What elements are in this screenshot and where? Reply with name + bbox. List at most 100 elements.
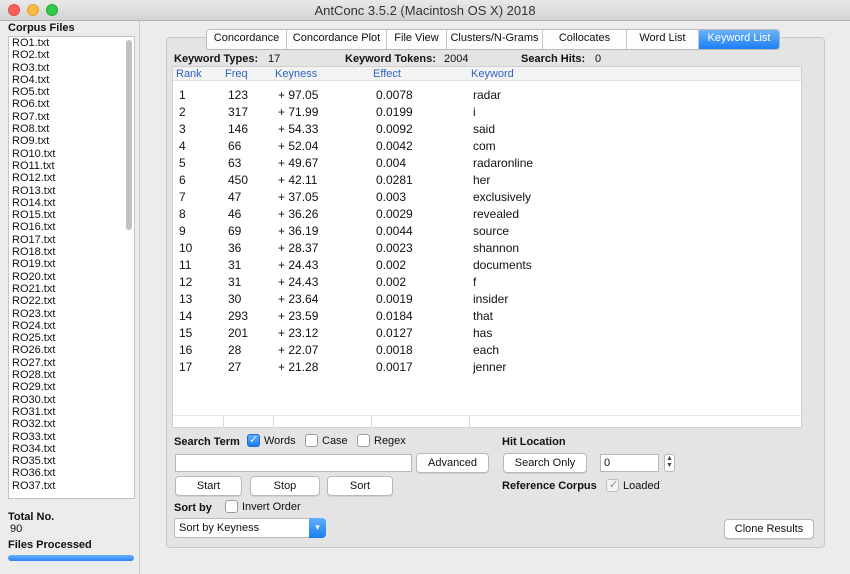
tab-clusters-n-grams[interactable]: Clusters/N-Grams	[447, 30, 543, 49]
header-keyness[interactable]: Keyness	[275, 68, 317, 80]
cell-effect: 0.0184	[376, 309, 413, 323]
keyword-table[interactable]: Rank Freq Keyness Effect Keyword 1 123 + 9…	[172, 66, 802, 428]
corpus-file-item[interactable]: RO28.txt	[9, 369, 134, 381]
corpus-file-item[interactable]: RO29.txt	[9, 381, 134, 393]
cell-keyword: has	[473, 326, 493, 340]
table-row[interactable]: 3 146 + 54.33 0.0092 said	[173, 121, 801, 138]
tab-keyword-list[interactable]: Keyword List	[699, 30, 779, 49]
corpus-file-item[interactable]: RO16.txt	[9, 221, 134, 233]
corpus-file-item[interactable]: RO24.txt	[9, 320, 134, 332]
table-row[interactable]: 4 66 + 52.04 0.0042 com	[173, 138, 801, 155]
chevron-down-icon[interactable]: ▾	[309, 518, 326, 538]
tab-concordance-plot[interactable]: Concordance Plot	[287, 30, 387, 49]
file-list-scroll-thumb[interactable]	[126, 40, 132, 230]
cell-rank: 2	[179, 105, 186, 119]
clone-results-button[interactable]: Clone Results	[724, 519, 814, 539]
cell-freq: 69	[228, 224, 242, 238]
table-row[interactable]: 9 69 + 36.19 0.0044 source	[173, 223, 801, 240]
corpus-file-item[interactable]: RO17.txt	[9, 234, 134, 246]
header-freq[interactable]: Freq	[225, 68, 248, 80]
cell-freq: 317	[228, 105, 249, 119]
search-only-button[interactable]: Search Only	[503, 453, 587, 473]
table-row[interactable]: 5 63 + 49.67 0.004 radaronline	[173, 155, 801, 172]
sort-by-select[interactable]: Sort by Keyness ▾	[174, 518, 326, 538]
corpus-file-item[interactable]: RO37.txt	[9, 480, 134, 492]
corpus-file-item[interactable]: RO30.txt	[9, 394, 134, 406]
corpus-file-item[interactable]: RO10.txt	[9, 148, 134, 160]
corpus-file-item[interactable]: RO12.txt	[9, 172, 134, 184]
corpus-file-item[interactable]: RO20.txt	[9, 271, 134, 283]
case-checkbox[interactable]	[305, 434, 318, 447]
corpus-file-item[interactable]: RO9.txt	[9, 135, 134, 147]
corpus-file-item[interactable]: RO5.txt	[9, 86, 134, 98]
start-button[interactable]: Start	[175, 476, 242, 496]
corpus-file-item[interactable]: RO18.txt	[9, 246, 134, 258]
table-row[interactable]: 10 36 + 28.37 0.0023 shannon	[173, 240, 801, 257]
header-keyword[interactable]: Keyword	[471, 68, 514, 80]
tab-file-view[interactable]: File View	[387, 30, 447, 49]
corpus-file-item[interactable]: RO4.txt	[9, 74, 134, 86]
corpus-file-item[interactable]: RO25.txt	[9, 332, 134, 344]
corpus-file-item[interactable]: RO6.txt	[9, 98, 134, 110]
hit-location-stepper[interactable]: ▲ ▼	[664, 454, 675, 472]
cell-keyword: i	[473, 105, 476, 119]
corpus-file-item[interactable]: RO31.txt	[9, 406, 134, 418]
corpus-file-item[interactable]: RO32.txt	[9, 418, 134, 430]
corpus-file-item[interactable]: RO19.txt	[9, 258, 134, 270]
table-row[interactable]: 2 317 + 71.99 0.0199 i	[173, 104, 801, 121]
stop-button[interactable]: Stop	[250, 476, 320, 496]
header-rank[interactable]: Rank	[176, 68, 202, 80]
cell-freq: 47	[228, 190, 242, 204]
corpus-file-item[interactable]: RO3.txt	[9, 62, 134, 74]
table-row[interactable]: 17 27 + 21.28 0.0017 jenner	[173, 359, 801, 376]
corpus-file-item[interactable]: RO34.txt	[9, 443, 134, 455]
corpus-file-item[interactable]: RO13.txt	[9, 185, 134, 197]
words-checkbox[interactable]	[247, 433, 260, 447]
table-row[interactable]: 11 31 + 24.43 0.002 documents	[173, 257, 801, 274]
cell-keyness: + 71.99	[278, 105, 319, 119]
corpus-file-item[interactable]: RO15.txt	[9, 209, 134, 221]
corpus-file-item[interactable]: RO22.txt	[9, 295, 134, 307]
stepper-up-icon[interactable]: ▲	[665, 455, 674, 462]
cell-keyword: radar	[473, 88, 502, 102]
corpus-file-item[interactable]: RO21.txt	[9, 283, 134, 295]
corpus-file-item[interactable]: RO33.txt	[9, 431, 134, 443]
corpus-file-list[interactable]: RO1.txt RO2.txt RO3.txt RO4.txt RO5.txt RO6.t…	[8, 36, 135, 499]
corpus-file-item[interactable]: RO14.txt	[9, 197, 134, 209]
invert-order-checkbox[interactable]	[225, 500, 238, 513]
search-term-input[interactable]	[175, 454, 412, 472]
table-row[interactable]: 15 201 + 23.12 0.0127 has	[173, 325, 801, 342]
table-row[interactable]: 16 28 + 22.07 0.0018 each	[173, 342, 801, 359]
corpus-file-item[interactable]: RO2.txt	[9, 49, 134, 61]
regex-checkbox[interactable]	[357, 434, 370, 447]
corpus-file-item[interactable]: RO27.txt	[9, 357, 134, 369]
corpus-file-item[interactable]: RO26.txt	[9, 344, 134, 356]
tab-concordance[interactable]: Concordance	[207, 30, 287, 49]
corpus-file-item[interactable]: RO35.txt	[9, 455, 134, 467]
table-row[interactable]: 14 293 + 23.59 0.0184 that	[173, 308, 801, 325]
tab-collocates[interactable]: Collocates	[543, 30, 627, 49]
corpus-file-item[interactable]: RO8.txt	[9, 123, 134, 135]
cell-effect: 0.003	[376, 190, 407, 204]
advanced-button[interactable]: Advanced	[416, 453, 489, 473]
corpus-file-item[interactable]: RO7.txt	[9, 111, 134, 123]
search-hits-label: Search Hits:	[521, 53, 586, 65]
table-row[interactable]: 6 450 + 42.11 0.0281 her	[173, 172, 801, 189]
corpus-file-item[interactable]: RO11.txt	[9, 160, 134, 172]
cell-keyword: that	[473, 309, 494, 323]
corpus-file-item[interactable]: RO1.txt	[9, 37, 134, 49]
corpus-file-item[interactable]: RO36.txt	[9, 467, 134, 479]
corpus-file-item[interactable]: RO23.txt	[9, 308, 134, 320]
sort-button[interactable]: Sort	[327, 476, 393, 496]
header-effect[interactable]: Effect	[373, 68, 401, 80]
tab-word-list[interactable]: Word List	[627, 30, 699, 49]
table-row[interactable]: 1 123 + 97.05 0.0078 radar	[173, 87, 801, 104]
hit-location-input[interactable]: 0	[600, 454, 659, 472]
table-row[interactable]: 13 30 + 23.64 0.0019 insider	[173, 291, 801, 308]
stepper-down-icon[interactable]: ▼	[665, 462, 674, 469]
table-row[interactable]: 12 31 + 24.43 0.002 f	[173, 274, 801, 291]
table-row[interactable]: 7 47 + 37.05 0.003 exclusively	[173, 189, 801, 206]
regex-label: Regex	[374, 435, 406, 447]
table-row[interactable]: 8 46 + 36.26 0.0029 revealed	[173, 206, 801, 223]
total-no-value: 90	[10, 523, 23, 535]
